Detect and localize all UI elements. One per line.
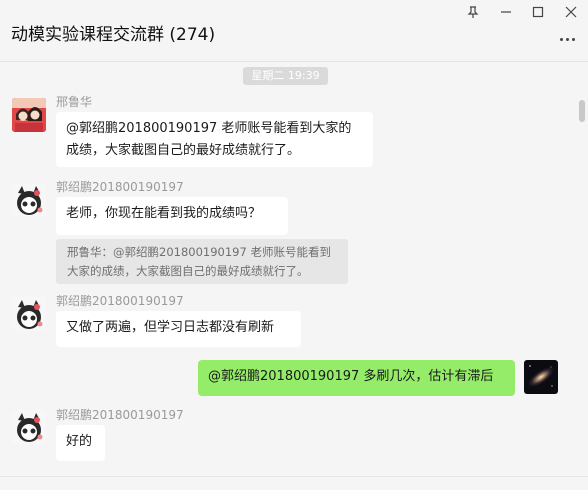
message-text-line: @郭绍鹏201800190197 老师账号能看到大家的 xyxy=(66,121,352,136)
time-divider: 星期二 19:39 xyxy=(243,67,328,85)
message-bubble[interactable]: @郭绍鹏201800190197 老师账号能看到大家的 成绩，大家截图自己的最好… xyxy=(56,112,373,167)
avatar[interactable] xyxy=(12,410,46,444)
input-area[interactable] xyxy=(0,477,588,490)
message-bubble[interactable]: 好的 xyxy=(56,425,105,461)
chat-header: 动模实验课程交流群 (274) xyxy=(0,0,588,62)
sender-name: 郭绍鹏201800190197 xyxy=(56,294,184,308)
minimize-icon[interactable] xyxy=(495,3,517,21)
message-list[interactable]: 星期二 19:39 邢鲁华 @郭绍鹏201800190197 老师账号能看到大家… xyxy=(0,63,588,476)
more-icon[interactable] xyxy=(556,32,578,46)
message-text: 又做了两遍，但学习日志都没有刷新 xyxy=(66,320,275,335)
message-text-line: 成绩，大家截图自己的最好成绩就行了。 xyxy=(66,143,301,158)
quoted-message[interactable]: 邢鲁华：@郭绍鹏201800190197 老师账号能看到 大家的成绩，大家截图自… xyxy=(56,239,348,284)
message-bubble[interactable]: 又做了两遍，但学习日志都没有刷新 xyxy=(56,311,301,347)
message-text: @郭绍鹏201800190197 多刷几次，估计有滞后 xyxy=(208,369,494,384)
self-avatar[interactable] xyxy=(524,360,558,394)
scrollbar-thumb[interactable] xyxy=(579,100,585,122)
avatar[interactable] xyxy=(12,98,46,132)
sender-name: 邢鲁华 xyxy=(56,95,93,109)
quote-text-line: 大家的成绩，大家截图自己的最好成绩就行了。 xyxy=(67,264,309,278)
pin-icon[interactable] xyxy=(462,3,484,21)
avatar[interactable] xyxy=(12,183,46,217)
message-bubble-self[interactable]: @郭绍鹏201800190197 多刷几次，估计有滞后 xyxy=(198,360,515,396)
sender-name: 郭绍鹏201800190197 xyxy=(56,180,184,194)
message-text: 老师，你现在能看到我的成绩吗？ xyxy=(66,206,262,221)
maximize-icon[interactable] xyxy=(527,3,549,21)
message-text: 好的 xyxy=(66,434,93,449)
sender-name: 郭绍鹏201800190197 xyxy=(56,408,184,422)
quote-text-line: 邢鲁华：@郭绍鹏201800190197 老师账号能看到 xyxy=(67,245,331,259)
avatar[interactable] xyxy=(12,297,46,331)
close-icon[interactable] xyxy=(560,3,582,21)
message-bubble[interactable]: 老师，你现在能看到我的成绩吗？ xyxy=(56,197,288,235)
group-title: 动模实验课程交流群 (274) xyxy=(11,25,216,45)
